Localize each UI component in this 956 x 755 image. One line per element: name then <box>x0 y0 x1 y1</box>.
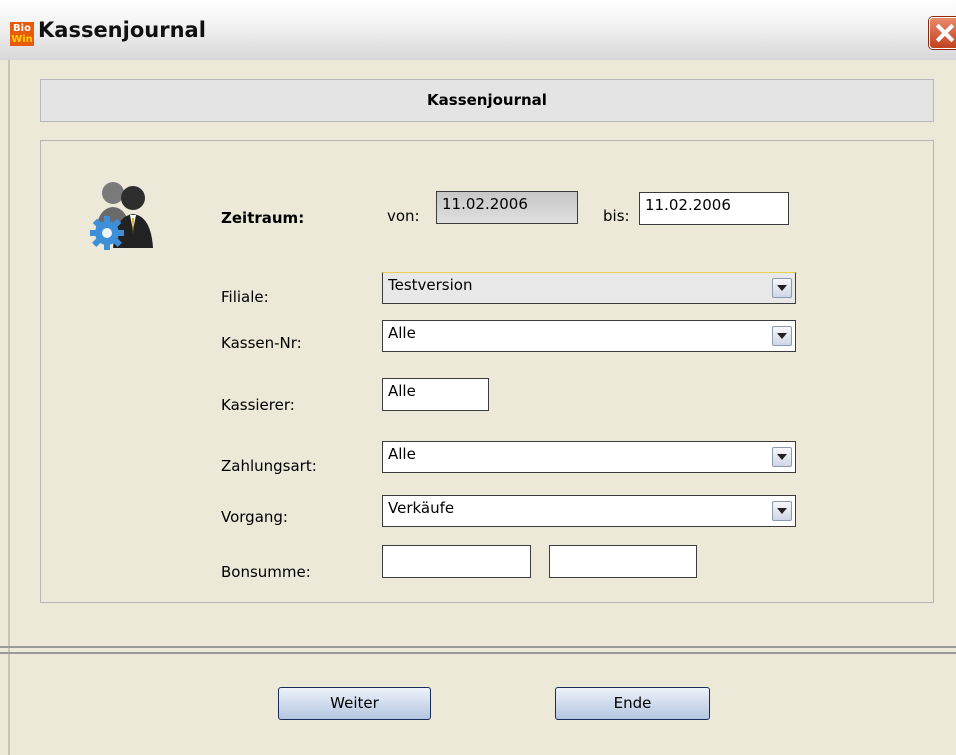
bonsumme-from-field[interactable] <box>382 545 531 578</box>
title-bar[interactable]: Bio Win Kassenjournal <box>0 0 956 60</box>
date-from-field[interactable]: 11.02.2006 <box>436 191 578 224</box>
kassen-nr-label: Kassen-Nr: <box>221 334 302 352</box>
kassierer-field[interactable]: Alle <box>382 378 489 411</box>
chevron-down-icon[interactable] <box>772 278 792 298</box>
app-logo-line2: Win <box>11 34 33 45</box>
vorgang-dropdown[interactable]: Verkäufe <box>382 495 796 527</box>
chevron-down-icon[interactable] <box>772 447 792 467</box>
ende-button[interactable]: Ende <box>555 687 710 720</box>
date-to-field[interactable]: 11.02.2006 <box>639 192 789 225</box>
zahlungsart-value: Alle <box>388 445 416 463</box>
bonsumme-to-field[interactable] <box>549 545 697 578</box>
filiale-label: Filiale: <box>221 288 269 306</box>
zahlungsart-dropdown[interactable]: Alle <box>382 441 796 473</box>
app-logo-line1: Bio <box>13 23 31 34</box>
window-title: Kassenjournal <box>38 18 206 42</box>
zeitraum-label: Zeitraum: <box>221 209 305 227</box>
weiter-button[interactable]: Weiter <box>278 687 431 720</box>
kassen-nr-value: Alle <box>388 324 416 342</box>
filiale-dropdown[interactable]: Testversion <box>382 272 796 304</box>
bis-label: bis: <box>603 207 630 225</box>
kassierer-label: Kassierer: <box>221 396 295 414</box>
zahlungsart-label: Zahlungsart: <box>221 457 317 475</box>
vorgang-label: Vorgang: <box>221 508 288 526</box>
filiale-value: Testversion <box>388 276 473 294</box>
chevron-down-icon[interactable] <box>772 326 792 346</box>
close-button[interactable] <box>929 17 956 49</box>
app-logo-icon: Bio Win <box>10 22 34 46</box>
divider-line <box>0 652 956 654</box>
vorgang-value: Verkäufe <box>388 499 455 517</box>
kassen-nr-dropdown[interactable]: Alle <box>382 320 796 352</box>
users-settings-icon <box>90 182 153 250</box>
page-title: Kassenjournal <box>40 79 934 122</box>
von-label: von: <box>387 207 420 225</box>
bonsumme-label: Bonsumme: <box>221 563 311 581</box>
chevron-down-icon[interactable] <box>772 501 792 521</box>
divider-line <box>0 646 956 648</box>
window-left-edge <box>8 60 10 755</box>
